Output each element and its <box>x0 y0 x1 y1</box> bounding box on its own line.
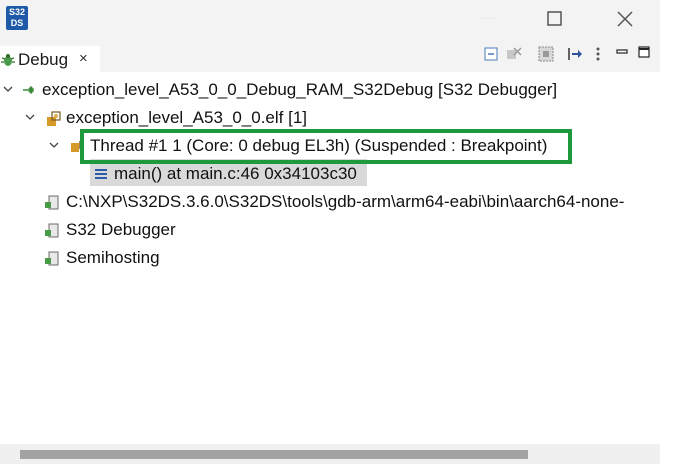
stack-frame-icon <box>95 169 107 179</box>
bug-icon <box>1 54 15 66</box>
view-tab-bar: Debug × <box>0 40 660 72</box>
launch-label: exception_level_A53_0_0_Debug_RAM_S32Deb… <box>42 80 558 99</box>
view-menu-icon[interactable] <box>594 46 602 62</box>
horizontal-scrollbar[interactable] <box>0 444 660 464</box>
annotation-highlight-box <box>80 129 572 164</box>
stack-frame-label: main() at main.c:46 0x34103c30 <box>114 164 357 183</box>
debug-window: S32 DS Debug × exception_level_A53_0_0_D… <box>0 0 678 473</box>
process-gdb-label: C:\NXP\S32DS.3.6.0\S32DS\tools\gdb-arm\a… <box>66 192 625 211</box>
close-button[interactable] <box>602 0 648 38</box>
launch-icon <box>23 86 34 94</box>
tab-close-button[interactable]: × <box>79 50 88 67</box>
tree-item-process-gdb[interactable]: C:\NXP\S32DS.3.6.0\S32DS\tools\gdb-arm\a… <box>0 188 660 216</box>
tab-debug-label: Debug <box>18 50 69 69</box>
debug-target-icon <box>47 111 61 126</box>
remove-terminated-icon[interactable] <box>506 47 522 61</box>
chevron-down-icon[interactable] <box>2 76 16 104</box>
close-icon <box>617 11 633 27</box>
maximize-view-icon[interactable] <box>638 46 650 58</box>
tree-item-process-semihosting[interactable]: Semihosting <box>0 244 660 272</box>
s32ds-logo: S32 DS <box>6 6 28 30</box>
window-edge <box>660 0 678 473</box>
tree-item-elf[interactable]: exception_level_A53_0_0.elf [1] <box>0 104 660 132</box>
maximize-button[interactable] <box>532 0 578 38</box>
minimize-button[interactable] <box>465 0 511 38</box>
elf-label: exception_level_A53_0_0.elf [1] <box>66 108 308 127</box>
tree-item-process-debugger[interactable]: S32 Debugger <box>0 216 660 244</box>
title-bar: S32 DS <box>0 0 660 40</box>
maximize-icon <box>547 11 562 26</box>
process-icon <box>45 223 59 238</box>
chevron-down-icon[interactable] <box>48 132 62 160</box>
tree-item-launch[interactable]: exception_level_A53_0_0_Debug_RAM_S32Deb… <box>0 76 660 104</box>
process-icon <box>45 251 59 266</box>
minimize-view-icon[interactable] <box>616 46 628 58</box>
debug-options-icon[interactable] <box>538 46 554 62</box>
process-icon <box>45 195 59 210</box>
tab-debug[interactable]: Debug × <box>0 46 100 72</box>
debug-tree: exception_level_A53_0_0_Debug_RAM_S32Deb… <box>0 72 660 444</box>
collapse-all-icon[interactable] <box>484 47 498 61</box>
tree-item-stack-frame[interactable]: main() at main.c:46 0x34103c30 <box>0 160 660 188</box>
process-semihosting-label: Semihosting <box>66 248 160 267</box>
step-filter-icon[interactable] <box>567 46 583 62</box>
process-debugger-label: S32 Debugger <box>66 220 176 239</box>
chevron-down-icon[interactable] <box>24 104 38 132</box>
scrollbar-thumb[interactable] <box>20 450 528 459</box>
minimize-icon <box>481 17 495 19</box>
